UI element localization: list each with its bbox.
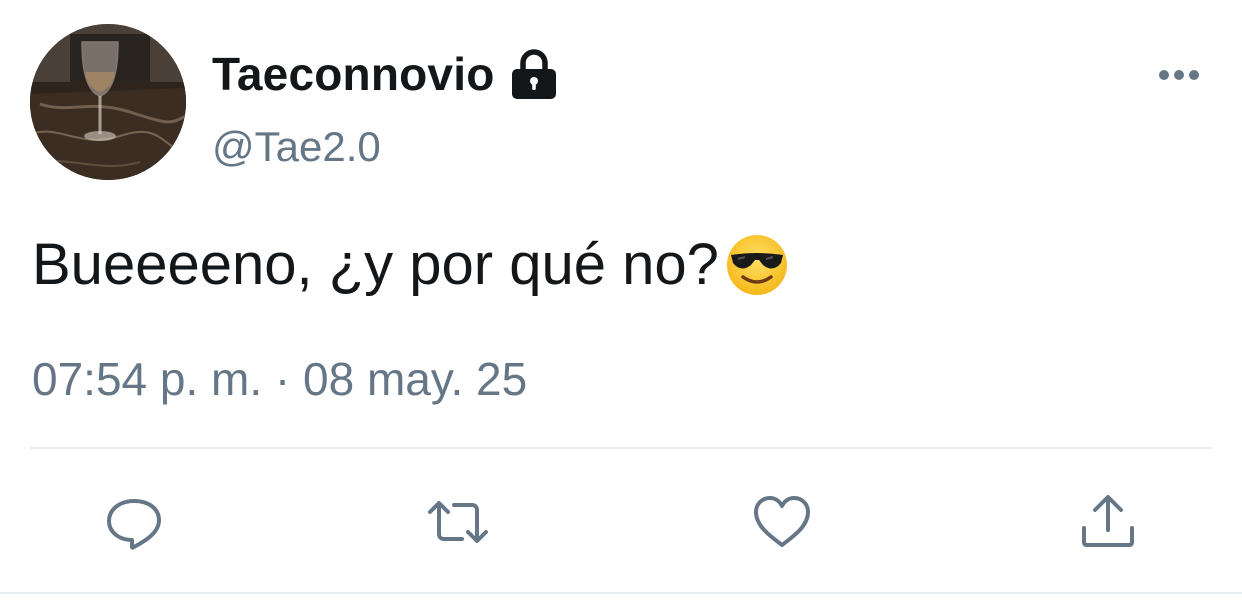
reply-icon [107, 499, 161, 550]
tweet-text: Bueeeeno, ¿y por qué no? [32, 232, 789, 299]
divider [30, 447, 1212, 449]
retweet-icon [428, 501, 488, 543]
tweet-timestamp[interactable]: 07:54 p. m. · 08 may. 25 [32, 356, 527, 402]
avatar[interactable] [30, 24, 186, 180]
heart-icon [754, 496, 810, 547]
sunglasses-emoji-icon [725, 233, 789, 297]
lock-icon [509, 48, 559, 100]
share-button[interactable] [1076, 490, 1140, 554]
tweet-body: Bueeeeno, ¿y por qué no? [32, 232, 719, 297]
like-button[interactable] [750, 490, 814, 554]
more-options-icon[interactable] [1156, 60, 1202, 90]
wine-glass-avatar-icon [30, 24, 186, 180]
bottom-divider [0, 592, 1242, 594]
retweet-button[interactable] [426, 490, 490, 554]
author-handle[interactable]: @Tae2.0 [212, 126, 381, 168]
reply-button[interactable] [102, 490, 166, 554]
display-name[interactable]: Taeconnovio [212, 51, 495, 97]
share-icon [1082, 495, 1134, 547]
author-name-row: Taeconnovio [212, 44, 559, 104]
tweet-card: Taeconnovio @Tae2.0 Bueeeeno, ¿y por qué… [0, 0, 1242, 612]
